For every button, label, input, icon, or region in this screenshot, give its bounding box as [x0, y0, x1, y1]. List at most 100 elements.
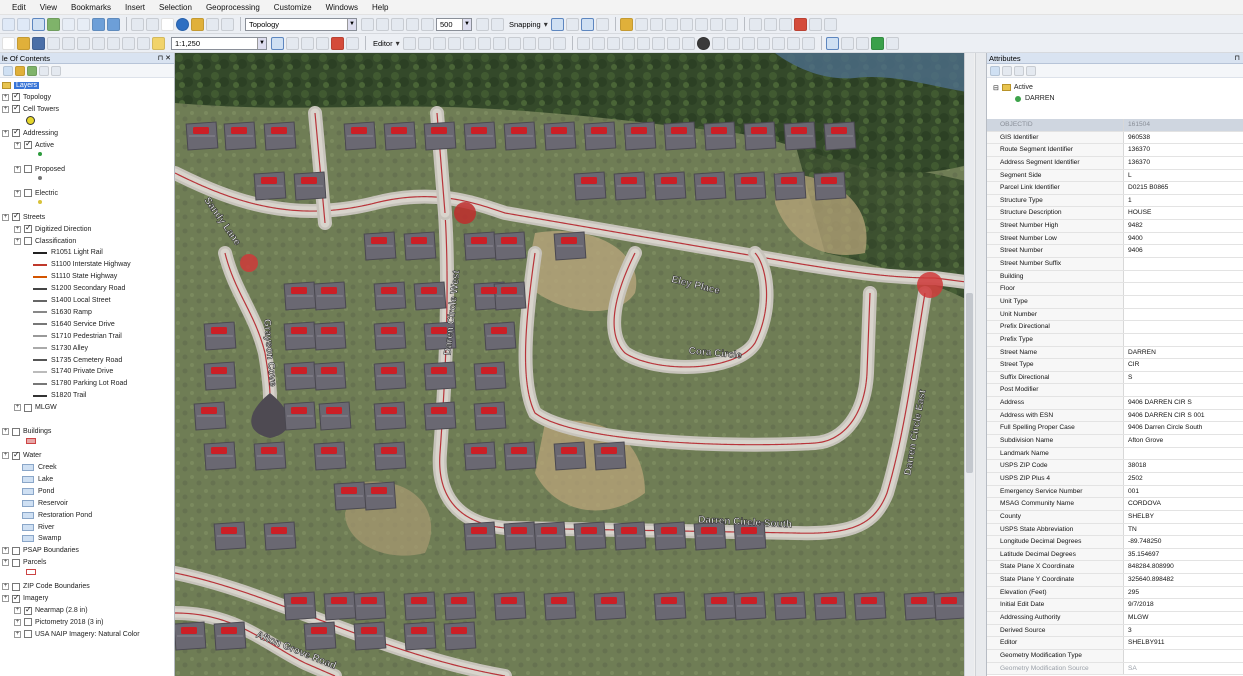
toc-row[interactable]: + Topology — [2, 91, 51, 103]
georef-icon[interactable] — [619, 17, 633, 31]
expand-icon[interactable]: + — [2, 547, 9, 555]
attribute-row[interactable]: Address Segment Identifier 136370 — [987, 156, 1243, 170]
attribute-field-value[interactable] — [1124, 384, 1243, 396]
visibility-checkbox[interactable] — [12, 582, 20, 591]
scale-percent-select[interactable]: 500 ▼ — [436, 17, 472, 31]
smooth-icon[interactable] — [651, 36, 665, 50]
attribute-field-value[interactable] — [1124, 296, 1243, 308]
layer-select[interactable]: Topology ▼ — [245, 17, 357, 31]
attribute-field-value[interactable] — [1124, 258, 1243, 270]
toc-row[interactable]: Swamp — [22, 533, 61, 544]
map-vertical-scrollbar[interactable] — [964, 53, 974, 676]
measure-icon[interactable] — [221, 17, 234, 31]
toc-row[interactable]: S1200 Secondary Road — [33, 283, 125, 294]
table-of-contents-icon[interactable] — [286, 36, 299, 50]
visibility-checkbox[interactable] — [12, 558, 20, 567]
attribute-field-value[interactable]: 960538 — [1124, 132, 1243, 144]
topology-tool-icon[interactable] — [361, 17, 374, 31]
attribute-field-value[interactable]: DARREN — [1124, 347, 1243, 359]
open-icon[interactable] — [17, 36, 30, 50]
reshape-feature-icon[interactable] — [507, 36, 521, 50]
explode-icon[interactable] — [741, 36, 755, 50]
union-icon[interactable] — [681, 36, 695, 50]
attribute-field-value[interactable]: 848284.808990 — [1124, 561, 1243, 573]
copy-icon[interactable] — [77, 36, 90, 50]
splitter[interactable] — [975, 53, 986, 676]
attribute-field-value[interactable]: SHELBY911 — [1124, 637, 1243, 649]
layer-tools-icon[interactable] — [634, 17, 648, 31]
select-elements-icon[interactable] — [161, 17, 174, 31]
attribute-field-value[interactable]: 9406 Darren Circle South — [1124, 422, 1243, 434]
split-icon[interactable] — [724, 17, 738, 31]
validate-topology-icon[interactable] — [391, 17, 404, 31]
attribute-row[interactable]: MSAG Community Name CORDOVA — [987, 498, 1243, 511]
toc-row[interactable]: + Parcels — [2, 557, 46, 568]
attribute-row[interactable]: USPS ZIP Code 38018 — [987, 460, 1243, 473]
attribute-row[interactable]: Unit Type — [987, 295, 1243, 309]
collapse-icon[interactable]: ⊟ — [993, 84, 999, 92]
attribute-field-value[interactable]: 136370 — [1124, 157, 1243, 169]
attribute-row[interactable]: GIS Identifier 960538 — [987, 131, 1243, 145]
menu-view[interactable]: View — [40, 3, 57, 12]
attribute-row[interactable]: Street Number High 9482 — [987, 220, 1243, 233]
end-snap-icon[interactable] — [565, 17, 579, 31]
attribute-row[interactable]: Landmark Name — [987, 447, 1243, 461]
toc-row[interactable]: + Electric — [14, 188, 58, 199]
toc-row[interactable]: S1110 State Highway — [33, 271, 117, 282]
menu-windows[interactable]: Windows — [326, 3, 358, 12]
attribute-row[interactable]: Building — [987, 270, 1243, 284]
attribute-field-value[interactable]: Afton Grove — [1124, 435, 1243, 447]
attribute-row[interactable]: USPS State Abbreviation TN — [987, 523, 1243, 537]
toc-row[interactable]: −Layers — [2, 80, 40, 91]
toc-row[interactable]: Lake — [22, 474, 53, 485]
attribute-row[interactable]: Geometry Modification Type — [987, 649, 1243, 663]
toc-row[interactable]: + PSAP Boundaries — [2, 545, 79, 556]
back-extent-icon[interactable] — [92, 17, 105, 31]
toolbox-window-icon[interactable] — [331, 36, 344, 50]
catalog-window-icon[interactable] — [301, 36, 314, 50]
list-by-drawing-order-icon[interactable] — [3, 65, 13, 76]
error-inspector-icon[interactable] — [406, 17, 419, 31]
toc-row[interactable]: + ZIP Code Boundaries — [2, 581, 90, 592]
expand-icon[interactable]: + — [2, 105, 9, 113]
model-builder-icon[interactable] — [823, 17, 837, 31]
attribute-row[interactable]: Derived Source 3 — [987, 624, 1243, 638]
visibility-checkbox[interactable] — [12, 450, 20, 460]
arctoolbox-icon[interactable] — [793, 17, 807, 31]
editor-toolbar-icon[interactable] — [271, 36, 284, 50]
fix-topology-icon[interactable] — [421, 17, 434, 31]
forward-extent-icon[interactable] — [107, 17, 120, 31]
toc-row[interactable]: S1640 Service Drive — [33, 319, 115, 330]
attribute-row[interactable]: Route Segment Identifier 136370 — [987, 144, 1243, 157]
expand-icon[interactable]: + — [2, 452, 9, 460]
create-features-icon[interactable] — [606, 36, 620, 50]
attribute-field-value[interactable]: 9406 — [1124, 245, 1243, 257]
attribute-row[interactable]: Subdivision Name Afton Grove — [987, 435, 1243, 448]
menu-geoprocessing[interactable]: Geoprocessing — [206, 3, 260, 12]
options-icon[interactable] — [51, 65, 61, 76]
visibility-checkbox[interactable] — [24, 165, 32, 174]
search-icon[interactable] — [801, 36, 815, 50]
attribute-row[interactable]: State Plane Y Coordinate 325640.898482 — [987, 574, 1243, 587]
expand-icon[interactable]: + — [14, 630, 21, 638]
python-window-icon[interactable] — [346, 36, 359, 50]
split-tool-icon[interactable] — [537, 36, 551, 50]
clip-icon[interactable] — [711, 36, 725, 50]
map-view[interactable]: Daren Circle West Grayson Cove Eley Place C… — [175, 53, 974, 676]
visibility-checkbox[interactable] — [12, 103, 20, 114]
attribute-field-value[interactable]: 9400 — [1124, 233, 1243, 245]
edge-snap-icon[interactable] — [595, 17, 609, 31]
attribute-field-value[interactable]: 161504 — [1124, 119, 1243, 131]
attribute-field-value[interactable]: 9406 DARREN CIR S — [1124, 397, 1243, 409]
attribute-field-value[interactable]: 295 — [1124, 587, 1243, 599]
attribute-field-value[interactable]: 2502 — [1124, 473, 1243, 485]
attribute-row[interactable]: Structure Type 1 — [987, 194, 1243, 208]
globe-icon[interactable] — [696, 36, 710, 50]
toc-row[interactable]: + Nearmap (2.8 in) — [14, 605, 88, 616]
attributes-window-icon[interactable] — [576, 36, 590, 50]
attribute-field-value[interactable]: MLGW — [1124, 612, 1243, 624]
visibility-checkbox[interactable] — [24, 189, 32, 198]
attribute-field-value[interactable]: 9406 DARREN CIR S 001 — [1124, 410, 1243, 422]
attribute-field-value[interactable] — [1124, 650, 1243, 662]
toc-row[interactable]: Reservoir — [22, 498, 68, 509]
